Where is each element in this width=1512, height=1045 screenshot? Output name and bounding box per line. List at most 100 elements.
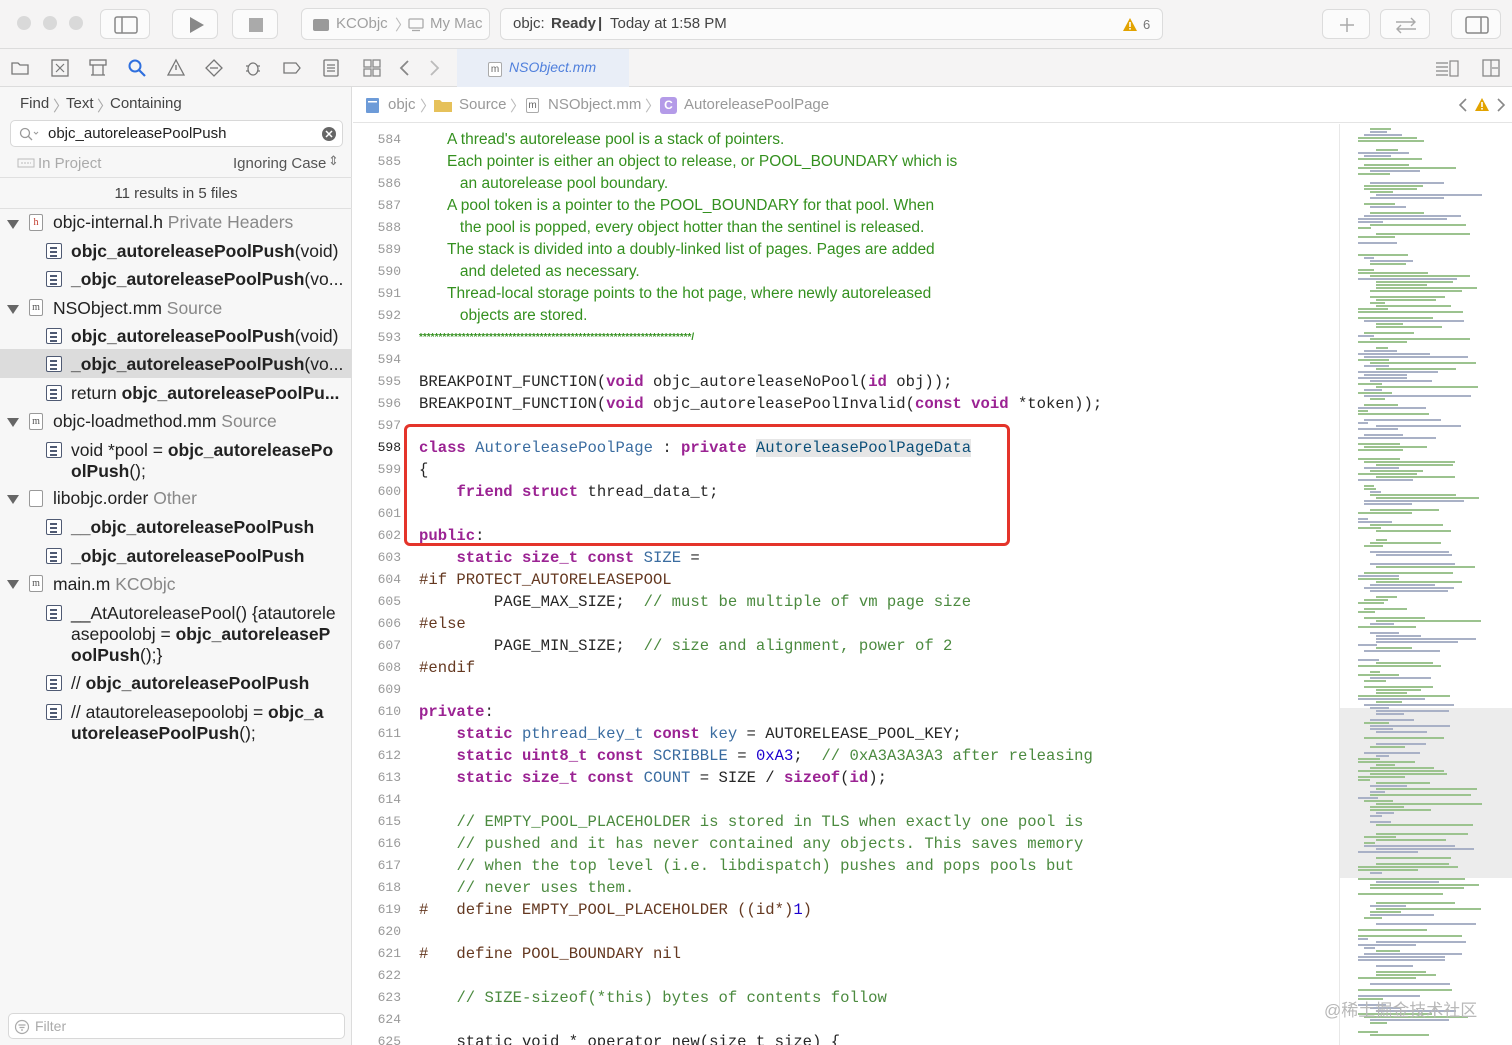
minimap-line [1364,617,1425,619]
minimap-line [1358,527,1381,529]
source-editor[interactable]: A thread's autorelease pool is a stack o… [405,124,1338,1045]
minimize-window-button[interactable] [43,16,57,30]
result-item[interactable]: _objc_autoreleasePoolPush(vo... [71,269,343,290]
chevron-right-icon: 〉 [645,98,661,115]
search-icon[interactable] [127,58,147,78]
jump-file[interactable]: NSObject.mm [548,96,641,113]
minimap-line [1364,737,1444,739]
disclosure-triangle-icon[interactable] [7,305,19,314]
minimap-line [1358,938,1368,940]
minimap-line [1364,419,1441,421]
warning-icon[interactable] [1122,17,1138,32]
jump-project[interactable]: objc [388,96,416,113]
disclosure-triangle-icon[interactable] [7,495,19,504]
jump-symbol[interactable]: AutoreleasePoolPage [684,96,829,113]
source-control-icon[interactable] [50,58,70,78]
minimap[interactable] [1339,124,1512,1045]
minimap-line [1370,584,1435,586]
result-item[interactable]: _objc_autoreleasePoolPush [71,546,304,567]
hierarchy-icon[interactable] [88,58,108,78]
doc-comment-line: objects are stored. [447,307,588,324]
result-item[interactable]: // atautoreleasepoolobj = objc_a utorelea… [71,702,323,744]
breakpoint-icon[interactable] [282,58,302,78]
code-line-619: # define EMPTY_POOL_PLACEHOLDER ((id*)1) [419,901,813,919]
editor-options-icon[interactable] [1434,58,1460,78]
line-number: 585 [377,154,401,169]
navigator-toggle-button[interactable] [100,9,150,39]
disclosure-triangle-icon[interactable] [7,220,19,229]
result-group-objc-loadmethod[interactable]: objc-loadmethod.mm Source [53,411,277,432]
result-group-nsobject[interactable]: NSObject.mm Source [53,298,222,319]
line-number: 605 [377,594,401,609]
inspector-toggle-button[interactable] [1451,9,1501,39]
minimap-line [1364,572,1453,574]
search-field[interactable]: objc_autoreleasePoolPush [10,120,343,147]
line-number: 597 [377,418,401,433]
add-editor-icon[interactable] [1481,58,1501,78]
minimap-line [1370,773,1447,775]
clear-search-icon[interactable] [321,126,337,142]
find-mode[interactable]: Find [20,95,49,112]
minimap-line [1376,638,1476,640]
folder-icon[interactable] [10,58,30,78]
minimap-line [1370,494,1456,496]
line-number: 603 [377,550,401,565]
result-item[interactable]: __objc_autoreleasePoolPush [71,517,314,538]
doc-comment-line: A pool token is a pointer to the POOL_BO… [447,197,935,214]
warning-icon[interactable] [1474,97,1490,112]
chevron-updown-icon[interactable]: ⇕ [328,153,339,169]
minimap-line [1370,887,1464,889]
minimap-line [1370,983,1450,985]
minimap-line [1358,959,1445,961]
related-items-icon[interactable] [362,58,382,78]
find-type[interactable]: Text [66,95,94,112]
next-issue-icon[interactable] [1495,97,1507,113]
previous-issue-icon[interactable] [1457,97,1469,113]
stop-button[interactable] [232,9,278,39]
result-item-selected[interactable]: _objc_autoreleasePoolPush(vo... [71,354,343,375]
result-group-main[interactable]: main.m KCObjc [53,574,176,595]
forward-arrow-icon[interactable] [424,58,444,78]
result-item[interactable]: // objc_autoreleasePoolPush [71,673,309,694]
zoom-window-button[interactable] [69,16,83,30]
code-line-615: // EMPTY_POOL_PLACEHOLDER is stored in T… [456,813,1084,831]
editor-tab[interactable]: m NSObject.mm [457,49,629,87]
minimap-line [1358,665,1441,667]
result-item[interactable]: objc_autoreleasePoolPush(void) [71,241,338,262]
minimap-line [1364,467,1399,469]
result-item[interactable]: __AtAutoreleasePool() {atautorele asepool… [71,603,336,666]
minimap-line [1364,446,1427,448]
search-scope[interactable]: In Project [38,155,101,172]
result-item[interactable]: void *pool = objc_autoreleasePo olPush(); [71,440,333,482]
line-number: 595 [377,374,401,389]
minimap-line [1370,785,1407,787]
code-review-button[interactable] [1380,9,1430,39]
line-number: 610 [377,704,401,719]
result-group-objc-internal[interactable]: objc-internal.h Private Headers [53,212,293,233]
scheme-selector[interactable]: KCObjc 〉 My Mac [301,8,490,40]
back-arrow-icon[interactable] [396,58,416,78]
report-icon[interactable] [321,58,341,78]
debug-icon[interactable] [243,58,263,78]
library-button[interactable] [1322,9,1370,39]
find-match-style[interactable]: Containing [110,95,182,112]
jump-folder[interactable]: Source [459,96,507,113]
minimap-line [1376,857,1451,859]
test-icon[interactable] [204,58,224,78]
result-item[interactable]: objc_autoreleasePoolPush(void) [71,326,338,347]
disclosure-triangle-icon[interactable] [7,418,19,427]
disclosure-triangle-icon[interactable] [7,580,19,589]
chevron-right-icon: 〉 [510,98,526,115]
text-result-icon [46,704,62,720]
minimap-line [1358,893,1443,895]
minimap-line [1376,497,1479,499]
minimap-line [1376,284,1427,286]
result-item[interactable]: return objc_autoreleasePoolPu... [71,383,339,404]
case-sensitivity[interactable]: Ignoring Case [233,155,326,172]
code-line-595: BREAKPOINT_FUNCTION(void objc_autoreleas… [419,373,953,391]
close-window-button[interactable] [17,16,31,30]
result-group-libobjc-order[interactable]: libobjc.order Other [53,488,197,509]
issue-icon[interactable] [166,58,186,78]
filter-field[interactable]: Filter [8,1013,345,1039]
run-button[interactable] [172,9,218,39]
